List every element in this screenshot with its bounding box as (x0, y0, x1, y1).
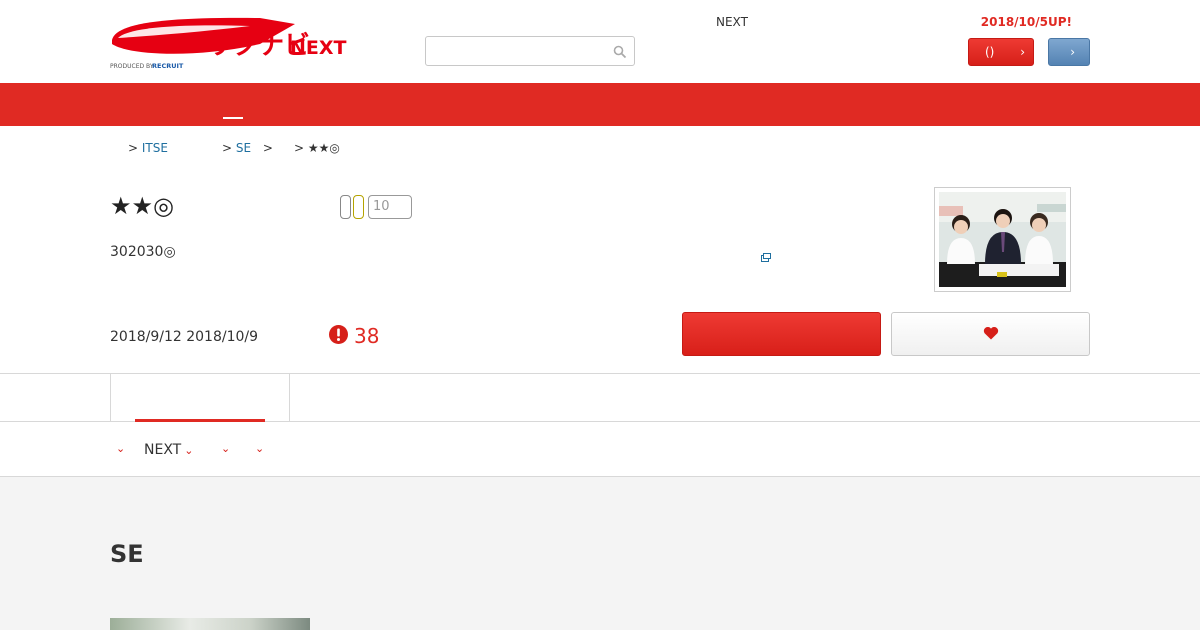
breadcrumb-item[interactable]: > SE > (222, 141, 273, 155)
nav-active-indicator (223, 117, 243, 119)
heart-icon (983, 325, 999, 344)
tab-job-info[interactable] (110, 374, 290, 422)
search-icon[interactable] (613, 44, 627, 59)
rikunabi-next-logo[interactable]: リクナビ NEXT PRODUCED BY RECRUIT (110, 14, 360, 72)
days-left: 38 (354, 324, 380, 348)
tab-bar (0, 373, 1200, 422)
chevron-down-icon: ⌄ (184, 443, 194, 457)
next-link[interactable]: NEXT (716, 15, 748, 29)
section-title: SE (110, 540, 144, 568)
breadcrumb-item[interactable]: > ITSE (128, 141, 168, 155)
breadcrumb-link[interactable]: SE (236, 141, 251, 155)
search-input[interactable] (426, 37, 606, 65)
subnav-item[interactable]: ⌄ (221, 442, 230, 455)
subnav-item[interactable]: ⌄ (255, 442, 264, 455)
job-subtitle: 302030◎ (110, 244, 176, 260)
count-field: 10 (368, 195, 412, 219)
deadline-indicator: 38 (329, 324, 379, 348)
breadcrumb-label: ★★◎ (307, 141, 340, 155)
svg-text:PRODUCED BY: PRODUCED BY (110, 63, 154, 70)
svg-text:RECRUIT: RECRUIT (152, 62, 184, 70)
tag-pill (340, 195, 351, 219)
breadcrumb-link[interactable]: ITSE (142, 141, 168, 155)
member-login-label: () (985, 45, 995, 59)
chevron-down-icon: ⌄ (221, 442, 231, 455)
chevron-right-icon: › (1020, 45, 1025, 59)
content-area: SE (0, 477, 1200, 630)
company-name: ★★◎ (110, 192, 174, 220)
breadcrumb-separator: > (222, 141, 233, 155)
subnav-item[interactable]: ⌄ (116, 442, 125, 455)
breadcrumb-separator: > (294, 141, 305, 155)
breadcrumb-separator: > (128, 141, 139, 155)
company-photo (934, 187, 1071, 292)
apply-button[interactable] (682, 312, 881, 356)
section-image (110, 618, 310, 630)
svg-text:NEXT: NEXT (290, 37, 347, 59)
breadcrumb-separator: > (262, 141, 273, 155)
section-subnav: ⌄ NEXT ⌄ ⌄ ⌄ (0, 422, 1200, 477)
promo-text: 2018/10/5UP! (980, 15, 1072, 29)
global-nav (0, 83, 1200, 126)
favorite-button[interactable] (891, 312, 1090, 356)
alert-icon (329, 324, 348, 348)
breadcrumb-current: > ★★◎ (294, 141, 340, 155)
chevron-down-icon: ⌄ (116, 442, 126, 455)
tag-pill (353, 195, 364, 219)
register-button[interactable]: › (1048, 38, 1090, 66)
chevron-down-icon: ⌄ (255, 442, 265, 455)
subnav-label: NEXT (144, 442, 182, 458)
chevron-right-icon: › (1070, 45, 1075, 59)
site-header: リクナビ NEXT PRODUCED BY RECRUIT NEXT 2018/… (0, 0, 1200, 83)
external-link-icon[interactable] (761, 247, 771, 262)
member-login-button[interactable]: () › (968, 38, 1034, 66)
search-box[interactable] (425, 36, 635, 66)
subnav-item[interactable]: NEXT ⌄ (144, 442, 193, 458)
posting-period: 2018/9/12 2018/10/9 (110, 329, 259, 345)
